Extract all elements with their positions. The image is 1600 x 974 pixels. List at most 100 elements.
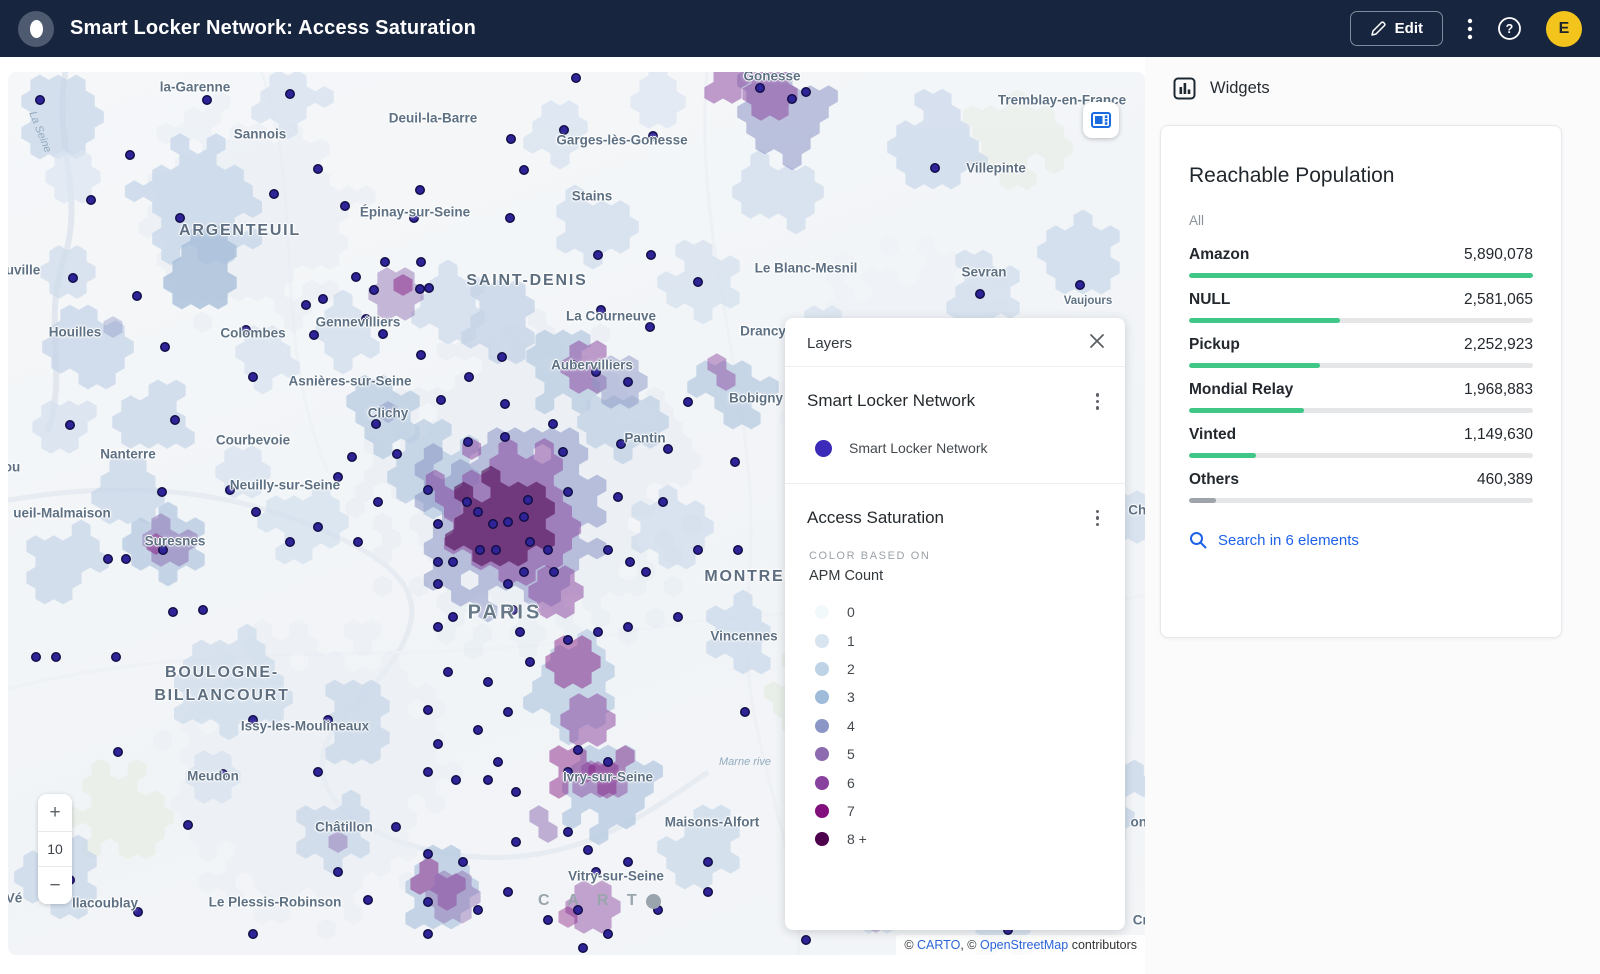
- locker-point[interactable]: [572, 74, 581, 83]
- more-options-button[interactable]: [1467, 17, 1473, 41]
- locker-point[interactable]: [520, 166, 529, 175]
- zoom-out-button[interactable]: −: [38, 867, 72, 904]
- widget-category-row[interactable]: Amazon5,890,078: [1189, 246, 1533, 278]
- locker-point[interactable]: [524, 496, 533, 505]
- locker-point[interactable]: [270, 190, 279, 199]
- locker-point[interactable]: [544, 916, 553, 925]
- locker-point[interactable]: [498, 353, 507, 362]
- locker-point[interactable]: [449, 613, 458, 622]
- locker-point[interactable]: [626, 558, 635, 567]
- edit-button[interactable]: Edit: [1350, 11, 1443, 46]
- locker-point[interactable]: [464, 438, 473, 447]
- locker-point[interactable]: [604, 930, 613, 939]
- locker-point[interactable]: [104, 555, 113, 564]
- locker-point[interactable]: [199, 606, 208, 615]
- layer-options-button[interactable]: [1090, 389, 1106, 414]
- locker-point[interactable]: [159, 546, 168, 555]
- locker-point[interactable]: [594, 628, 603, 637]
- locker-point[interactable]: [302, 301, 311, 310]
- locker-point[interactable]: [504, 518, 513, 527]
- locker-point[interactable]: [592, 368, 601, 377]
- locker-point[interactable]: [624, 858, 633, 867]
- user-avatar[interactable]: E: [1546, 11, 1582, 47]
- locker-point[interactable]: [559, 448, 568, 457]
- locker-point[interactable]: [424, 930, 433, 939]
- locker-point[interactable]: [334, 473, 343, 482]
- locker-point[interactable]: [604, 546, 613, 555]
- locker-point[interactable]: [756, 84, 765, 93]
- locker-point[interactable]: [324, 716, 333, 725]
- locker-point[interactable]: [549, 420, 558, 429]
- locker-point[interactable]: [459, 858, 468, 867]
- locker-point[interactable]: [579, 944, 588, 953]
- locker-point[interactable]: [249, 716, 258, 725]
- locker-point[interactable]: [684, 398, 693, 407]
- locker-point[interactable]: [372, 420, 381, 429]
- locker-point[interactable]: [594, 251, 603, 260]
- help-button[interactable]: ?: [1497, 16, 1522, 41]
- locker-point[interactable]: [417, 351, 426, 360]
- locker-point[interactable]: [434, 623, 443, 632]
- locker-point[interactable]: [169, 608, 178, 617]
- locker-point[interactable]: [381, 258, 390, 267]
- locker-point[interactable]: [506, 214, 515, 223]
- locker-point[interactable]: [348, 453, 357, 462]
- locker-point[interactable]: [512, 788, 521, 797]
- locker-point[interactable]: [465, 373, 474, 382]
- locker-point[interactable]: [492, 546, 501, 555]
- locker-point[interactable]: [314, 523, 323, 532]
- locker-point[interactable]: [314, 768, 323, 777]
- locker-point[interactable]: [252, 508, 261, 517]
- locker-point[interactable]: [362, 315, 371, 324]
- locker-point[interactable]: [314, 165, 323, 174]
- locker-point[interactable]: [310, 331, 319, 340]
- locker-point[interactable]: [36, 96, 45, 105]
- locker-point[interactable]: [126, 151, 135, 160]
- locker-point[interactable]: [176, 214, 185, 223]
- locker-point[interactable]: [69, 274, 78, 283]
- locker-point[interactable]: [501, 400, 510, 409]
- toggle-panel-button[interactable]: [1083, 102, 1119, 138]
- locker-point[interactable]: [87, 196, 96, 205]
- locker-point[interactable]: [437, 396, 446, 405]
- widget-category-row[interactable]: Others460,389: [1189, 471, 1533, 503]
- locker-point[interactable]: [161, 343, 170, 352]
- locker-point[interactable]: [424, 706, 433, 715]
- locker-point[interactable]: [674, 613, 683, 622]
- locker-point[interactable]: [931, 164, 940, 173]
- locker-point[interactable]: [354, 538, 363, 547]
- locker-point[interactable]: [704, 888, 713, 897]
- locker-point[interactable]: [424, 486, 433, 495]
- widget-category-row[interactable]: NULL2,581,065: [1189, 291, 1533, 323]
- locker-point[interactable]: [564, 488, 573, 497]
- locker-point[interactable]: [171, 416, 180, 425]
- locker-point[interactable]: [550, 568, 559, 577]
- attribution-link[interactable]: CARTO: [917, 938, 960, 952]
- locker-point[interactable]: [226, 486, 235, 495]
- locker-point[interactable]: [374, 498, 383, 507]
- locker-point[interactable]: [474, 906, 483, 915]
- locker-point[interactable]: [114, 748, 123, 757]
- locker-point[interactable]: [242, 326, 251, 335]
- locker-point[interactable]: [507, 135, 516, 144]
- locker-point[interactable]: [416, 285, 425, 294]
- locker-point[interactable]: [512, 838, 521, 847]
- locker-point[interactable]: [32, 653, 41, 662]
- locker-point[interactable]: [564, 828, 573, 837]
- locker-point[interactable]: [158, 488, 167, 497]
- locker-point[interactable]: [393, 450, 402, 459]
- locker-point[interactable]: [134, 908, 143, 917]
- locker-point[interactable]: [731, 458, 740, 467]
- layers-panel-close-button[interactable]: [1089, 333, 1105, 353]
- locker-point[interactable]: [410, 214, 419, 223]
- locker-point[interactable]: [624, 378, 633, 387]
- locker-point[interactable]: [788, 95, 797, 104]
- locker-point[interactable]: [203, 96, 212, 105]
- locker-point[interactable]: [133, 292, 142, 301]
- locker-point[interactable]: [112, 653, 121, 662]
- locker-point[interactable]: [560, 126, 569, 135]
- locker-point[interactable]: [504, 708, 513, 717]
- locker-point[interactable]: [501, 433, 510, 442]
- locker-point[interactable]: [704, 858, 713, 867]
- locker-point[interactable]: [484, 776, 493, 785]
